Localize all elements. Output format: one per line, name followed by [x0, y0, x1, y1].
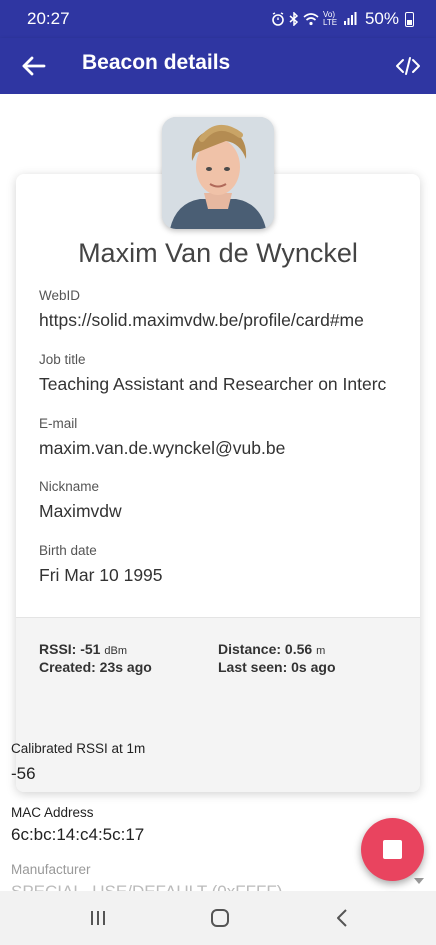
calibrated-rssi-value: -56 [11, 764, 36, 783]
page-title: Beacon details [82, 51, 231, 74]
bluetooth-icon [289, 12, 299, 26]
signal-icon [343, 12, 357, 25]
rssi-unit: dBm [104, 645, 127, 657]
avatar [162, 117, 274, 229]
mac-address-value: 6c:bc:14:c4:5c:17 [11, 825, 145, 844]
field-label: Job title [39, 352, 86, 367]
arrow-left-icon [22, 56, 46, 76]
manufacturer-value[interactable]: SPECIAL_USE/DEFAULT (0xFFFF) [11, 882, 282, 891]
status-time: 20:27 [27, 9, 70, 28]
distance-value: Distance: 0.56 [218, 641, 313, 657]
rssi-value: RSSI: -51 [39, 641, 101, 657]
calibrated-rssi-label: Calibrated RSSI at 1m [11, 741, 146, 756]
distance-unit: m [316, 645, 326, 657]
wifi-icon [303, 13, 319, 26]
field-nickname: Nickname Maximvdw [39, 479, 411, 522]
back-chevron-icon [337, 909, 347, 927]
field-email: E-mail maxim.van.de.wynckel@vub.be [39, 416, 411, 459]
profile-photo [162, 117, 274, 229]
recents-button[interactable] [83, 903, 113, 933]
status-bar: 20:27 Vo) LTE 50% [0, 0, 436, 38]
field-webid: WebID https://solid.maximvdw.be/profile/… [39, 288, 411, 331]
profile-card: Maxim Van de Wynckel WebID https://solid… [16, 174, 420, 792]
field-label: Nickname [39, 479, 100, 494]
app-bar: Beacon details [0, 38, 436, 94]
field-job-title: Job title Teaching Assistant and Researc… [39, 352, 411, 395]
distance-stat: Distance: 0.56 m [218, 641, 325, 657]
status-icons: Vo) LTE 50% [271, 9, 414, 29]
field-label: WebID [39, 288, 81, 303]
signal-text: Vo) LTE [322, 10, 338, 27]
profile-name: Maxim Van de Wynckel [78, 238, 358, 268]
back-button[interactable] [18, 50, 50, 82]
code-icon [396, 57, 420, 75]
field-label: Birth date [39, 543, 97, 558]
chevron-down-icon[interactable] [414, 878, 424, 884]
home-icon [211, 909, 229, 927]
rssi-stat: RSSI: -51 dBm [39, 641, 127, 657]
system-nav-bar [0, 891, 436, 945]
field-value: Fri Mar 10 1995 [39, 565, 163, 585]
code-button[interactable] [394, 52, 422, 80]
battery-text: 50% [364, 9, 399, 28]
recents-icon [91, 911, 105, 925]
content-area[interactable]: Maxim Van de Wynckel WebID https://solid… [0, 94, 436, 891]
stop-scan-button[interactable] [361, 818, 424, 881]
mac-address-label: MAC Address [11, 805, 94, 820]
field-value: Teaching Assistant and Researcher on Int… [39, 374, 387, 394]
battery-icon [405, 11, 414, 27]
stop-icon [383, 840, 402, 859]
alarm-icon [272, 12, 284, 26]
field-value: Maximvdw [39, 501, 122, 521]
manufacturer-label: Manufacturer [11, 862, 91, 877]
field-value: maxim.van.de.wynckel@vub.be [39, 438, 286, 458]
field-birth-date: Birth date Fri Mar 10 1995 [39, 543, 411, 586]
field-label: E-mail [39, 416, 78, 431]
created-stat: Created: 23s ago [39, 659, 152, 675]
home-button[interactable] [205, 903, 235, 933]
beacon-stats: RSSI: -51 dBm Distance: 0.56 m Created: … [16, 617, 420, 792]
system-back-button[interactable] [327, 903, 357, 933]
field-value: https://solid.maximvdw.be/profile/card#m… [39, 310, 364, 330]
last-seen-stat: Last seen: 0s ago [218, 659, 336, 675]
